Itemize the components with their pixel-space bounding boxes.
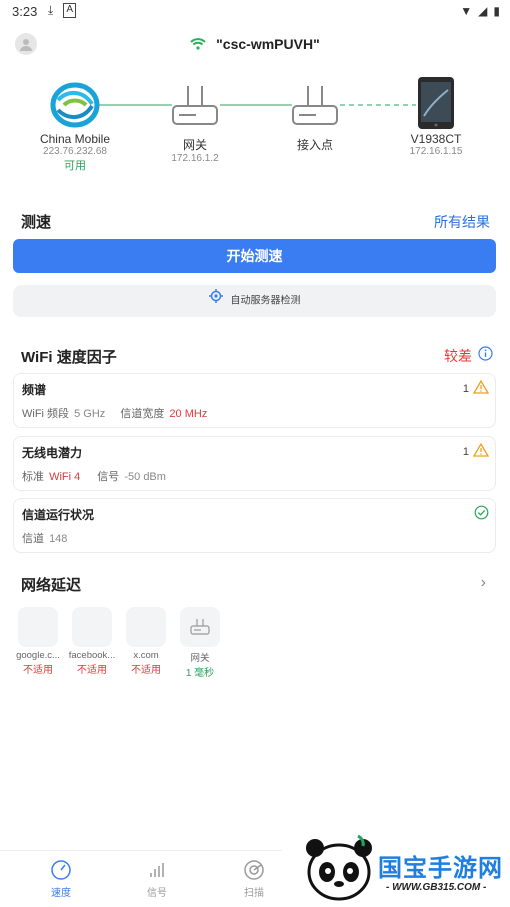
watermark-url: - WWW.GB315.COM -	[386, 882, 487, 893]
system-icons: ▼ ◢ ▮	[460, 4, 500, 18]
latency-box	[18, 607, 58, 647]
spectrum-details: WiFi 频段 5 GHz 信道宽度 20 MHz	[22, 405, 207, 421]
start-speedtest-button[interactable]: 开始测速	[13, 239, 496, 273]
notification-icons: ⤓ A	[48, 3, 76, 18]
nav-speed[interactable]: 速度	[31, 859, 91, 899]
info-icon[interactable]	[478, 346, 493, 366]
device-name: V1938CT	[410, 132, 462, 146]
latency-status: 不适用	[131, 665, 161, 676]
radio-details: 标准 WiFi 4 信号 -50 dBm	[22, 468, 166, 484]
band-value: 5 GHz	[74, 408, 106, 420]
latency-item-x[interactable]: x.com 不适用	[121, 607, 171, 676]
device-ip: 172.16.1.15	[409, 146, 463, 157]
signal-label: 信号	[97, 471, 120, 483]
wifi-icon	[190, 36, 210, 52]
spectrum-count: 1	[462, 382, 469, 395]
channel-width-label: 信道宽度	[120, 408, 165, 420]
ssid-header: "csc-wmPUVH"	[0, 36, 510, 52]
gateway-ip: 172.16.1.2	[171, 153, 219, 164]
nav-speed-label: 速度	[51, 888, 71, 899]
channel-title: 信道运行状况	[22, 508, 95, 522]
latency-label: google.c...	[16, 650, 60, 661]
latency-status: 1 毫秒	[185, 668, 215, 679]
nav-scan[interactable]: 扫描	[224, 859, 284, 899]
band-label: WiFi 频段	[22, 408, 70, 420]
cell-signal-icon: ◢	[478, 4, 488, 18]
router-icon	[160, 82, 230, 132]
signal-bars-icon	[150, 863, 164, 877]
latency-status: 不适用	[23, 665, 53, 676]
radio-warning: 1	[462, 442, 490, 460]
status-bar: 3:23 ⤓ A ▼ ◢ ▮	[0, 0, 510, 24]
wifi-factors-title: WiFi 速度因子	[21, 349, 117, 366]
channel-details: 信道 148	[22, 530, 67, 546]
download-icon: ⤓	[48, 3, 54, 17]
panda-logo	[306, 834, 372, 901]
channel-ok	[474, 505, 489, 523]
auto-server-label: 自动服务器检测	[230, 295, 301, 307]
speedtest-title: 测速	[21, 214, 52, 231]
latency-box	[72, 607, 112, 647]
channel-label: 信道	[22, 533, 44, 545]
radar-icon	[244, 860, 264, 880]
check-circle-icon	[474, 505, 489, 523]
standard-label: 标准	[22, 471, 44, 483]
watermark: 国宝手游网 - WWW.GB315.COM -	[282, 822, 510, 906]
chevron-right-icon[interactable]: ›	[481, 574, 486, 592]
status-time: 3:23	[12, 4, 38, 19]
latency-box	[126, 607, 166, 647]
warning-icon	[472, 442, 490, 460]
latency-title: 网络延迟	[21, 577, 82, 594]
latency-item-facebook[interactable]: facebook... 不适用	[67, 607, 117, 676]
ssid-name: "csc-wmPUVH"	[216, 36, 320, 52]
latency-label: 网关	[190, 653, 210, 664]
battery-icon: ▮	[493, 4, 500, 18]
app-notification-icon: A	[63, 3, 76, 18]
node-access-point[interactable]: 接入点	[280, 82, 350, 153]
access-point-name: 接入点	[296, 138, 333, 152]
factor-card-spectrum[interactable]: 频谱 1 WiFi 频段 5 GHz 信道宽度 20 MHz	[13, 373, 496, 428]
latency-item-gateway[interactable]: 网关 1 毫秒	[175, 607, 225, 679]
all-results-link[interactable]: 所有结果	[434, 212, 490, 232]
channel-width-value: 20 MHz	[169, 408, 208, 420]
nav-signal[interactable]: 信号	[127, 859, 187, 899]
standard-value: WiFi 4	[49, 471, 81, 483]
access-point-icon	[280, 82, 350, 132]
china-mobile-logo	[30, 82, 120, 132]
latency-item-google[interactable]: google.c... 不适用	[13, 607, 63, 676]
spectrum-warning: 1	[462, 379, 490, 397]
tablet-icon	[400, 76, 472, 132]
isp-name: China Mobile	[39, 132, 111, 146]
gateway-name: 网关	[182, 138, 207, 152]
router-icon	[190, 619, 210, 635]
wifi-signal-icon: ▼	[460, 4, 473, 18]
node-device[interactable]: V1938CT 172.16.1.15	[400, 76, 472, 157]
auto-server-button[interactable]: 自动服务器检测	[13, 285, 496, 317]
radio-count: 1	[462, 445, 469, 458]
crosshair-icon	[208, 285, 223, 317]
watermark-brand: 国宝手游网	[378, 854, 503, 882]
latency-box	[180, 607, 220, 647]
spectrum-title: 频谱	[22, 383, 47, 397]
wifi-rating-label: 较差	[444, 348, 472, 364]
latency-label: facebook...	[68, 650, 116, 661]
node-isp[interactable]: China Mobile 223.76.232.68 可用	[30, 82, 120, 173]
nav-signal-label: 信号	[147, 888, 167, 899]
signal-value: -50 dBm	[124, 471, 166, 483]
latency-status: 不适用	[77, 665, 107, 676]
nav-scan-label: 扫描	[244, 888, 264, 899]
factor-card-radio[interactable]: 无线电潜力 1 标准 WiFi 4 信号 -50 dBm	[13, 436, 496, 491]
isp-status: 可用	[64, 160, 86, 172]
radio-title: 无线电潜力	[22, 446, 83, 460]
isp-ip: 223.76.232.68	[43, 146, 107, 157]
speedometer-icon	[51, 860, 71, 880]
channel-value: 148	[49, 533, 68, 545]
warning-icon	[472, 379, 490, 397]
latency-label: x.com	[133, 650, 159, 661]
node-gateway[interactable]: 网关 172.16.1.2	[160, 82, 230, 164]
wifi-rating[interactable]: 较差	[444, 346, 493, 366]
factor-card-channel[interactable]: 信道运行状况 信道 148	[13, 498, 496, 553]
